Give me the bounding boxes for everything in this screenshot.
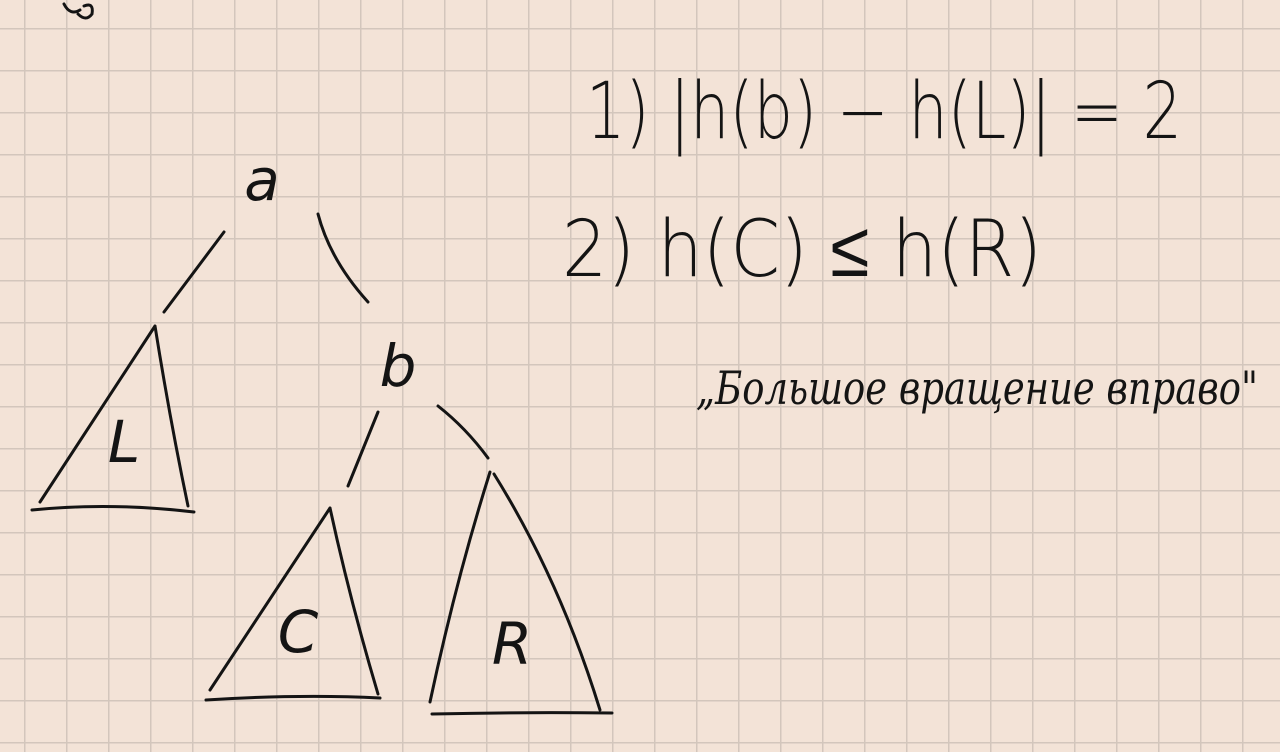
edge-b-c [346,410,380,488]
node-b-label: b [380,332,417,400]
subtree-c-label: C [278,598,319,666]
root-node-label: a [244,146,280,214]
condition-height-comparison: 2) h(C) ≤ h(R) [562,205,1042,295]
rotation-caption: „Большое вращение вправо" [696,361,1258,415]
edge-b-r [436,404,490,460]
subtree-r-label: R [492,610,532,678]
notebook-page: a b L C R 1) |h(b) − h(L)| = 2 2) h(C) ≤… [30,2,1258,716]
condition-height-difference: 1) |h(b) − h(L)| = 2 [586,67,1182,157]
edge-root-right [316,212,370,304]
corner-mark [62,2,94,20]
edge-root-left [162,230,226,314]
subtree-l-label: L [108,408,140,476]
